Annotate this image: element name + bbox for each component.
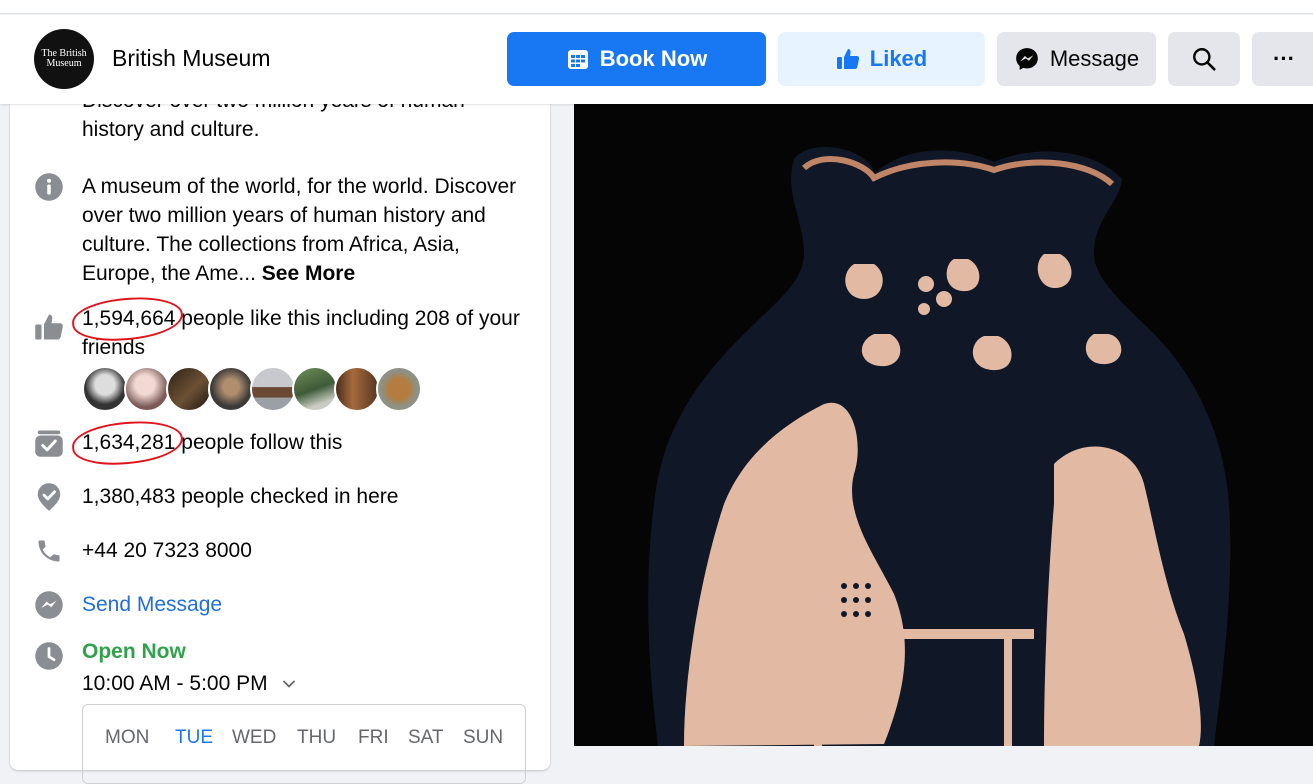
page-logo[interactable]: The British Museum <box>34 29 94 89</box>
liked-label: Liked <box>869 46 928 71</box>
liked-button[interactable]: Liked <box>778 32 985 86</box>
message-button[interactable]: Message <box>997 32 1156 86</box>
follow-check-icon <box>34 428 64 458</box>
avatar[interactable] <box>208 366 254 412</box>
book-now-button[interactable]: Book Now <box>507 32 766 86</box>
info-icon <box>34 172 64 202</box>
follows-description: people follow this <box>181 431 343 454</box>
thumbs-up-icon <box>34 312 64 342</box>
hours-toggle[interactable]: 10:00 AM - 5:00 PM <box>82 669 532 698</box>
browser-top-strip <box>0 0 1313 14</box>
intro-text-line2: history and culture. <box>82 118 260 141</box>
book-now-label: Book Now <box>599 46 708 71</box>
hours-text: 10:00 AM - 5:00 PM <box>82 672 268 695</box>
search-icon <box>1193 48 1216 71</box>
weekday-selector: MON TUE WED THU FRI SAT SUN <box>82 704 526 784</box>
friend-avatars <box>82 366 442 414</box>
avatar[interactable] <box>82 366 128 412</box>
phone-icon <box>34 536 64 566</box>
chevron-down-icon <box>283 681 296 688</box>
more-options-button[interactable]: ··· <box>1252 32 1313 86</box>
phone-number[interactable]: +44 20 7323 8000 <box>82 536 532 565</box>
avatar[interactable] <box>124 366 170 412</box>
search-button[interactable] <box>1168 32 1240 86</box>
clock-icon <box>34 641 64 671</box>
thumbs-up-icon <box>836 49 859 69</box>
avatar[interactable] <box>292 366 338 412</box>
page-header: The British Museum British Museum Book N… <box>0 15 1313 104</box>
location-check-icon <box>34 482 64 512</box>
description-text: A museum of the world, for the world. Di… <box>82 172 532 288</box>
likes-count: 1,594,664 <box>82 304 175 333</box>
messenger-icon <box>1016 48 1038 70</box>
open-status: Open Now <box>82 640 186 663</box>
avatar[interactable] <box>334 366 380 412</box>
logo-text-line2: Museum <box>46 58 82 69</box>
likes-text: 1,594,664 people like this including 208… <box>82 304 532 362</box>
calendar-icon <box>567 50 588 69</box>
about-card: Discover over two million years of human… <box>10 89 550 784</box>
featured-photo[interactable] <box>574 104 1313 746</box>
follows-text: 1,634,281 people follow this <box>82 428 532 457</box>
avatar[interactable] <box>376 366 422 412</box>
checkins-text: 1,380,483 people checked in here <box>82 485 399 508</box>
follows-count: 1,634,281 <box>82 428 175 457</box>
avatar[interactable] <box>250 366 296 412</box>
page-title[interactable]: British Museum <box>112 45 270 72</box>
avatar[interactable] <box>166 366 212 412</box>
see-more-link[interactable]: See More <box>262 262 355 285</box>
more-icon: ··· <box>1273 46 1295 71</box>
vase-image <box>648 146 1231 746</box>
send-message-link[interactable]: Send Message <box>82 590 532 619</box>
messenger-icon <box>34 590 64 620</box>
message-label: Message <box>1049 46 1140 71</box>
